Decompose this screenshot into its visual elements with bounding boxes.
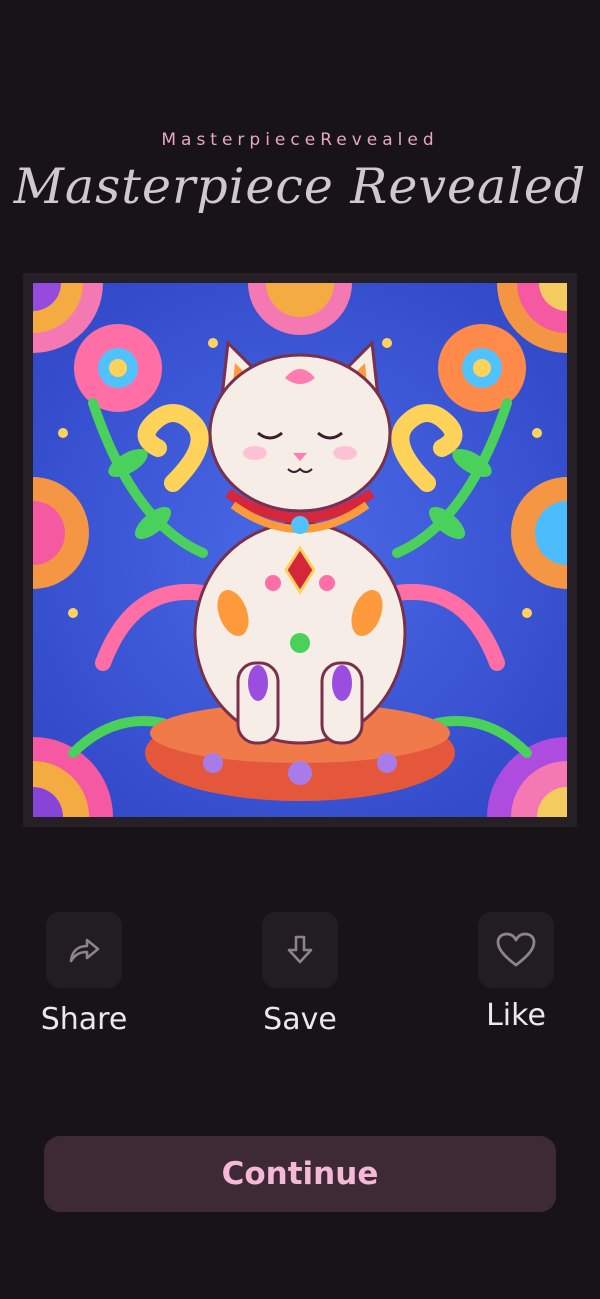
save-label: Save	[263, 1002, 337, 1037]
eyebrow-label: MasterpieceRevealed	[161, 130, 439, 150]
share-label: Share	[40, 1002, 128, 1037]
share-arrow-icon	[69, 938, 100, 963]
like-button[interactable]	[478, 912, 554, 988]
artwork-image	[33, 283, 567, 817]
reveal-screen: MasterpieceRevealed Masterpiece Revealed	[0, 0, 600, 1299]
page-title: Masterpiece Revealed	[13, 158, 587, 215]
like-label: Like	[486, 998, 546, 1033]
like-action[interactable]: Like	[446, 912, 586, 1033]
continue-button[interactable]: Continue	[44, 1136, 556, 1212]
save-action[interactable]: Save	[230, 912, 370, 1037]
download-arrow-icon	[287, 935, 313, 964]
heart-icon	[496, 932, 536, 967]
share-action[interactable]: Share	[14, 912, 154, 1037]
save-button[interactable]	[262, 912, 338, 988]
artwork-frame	[23, 273, 577, 827]
share-button[interactable]	[46, 912, 122, 988]
